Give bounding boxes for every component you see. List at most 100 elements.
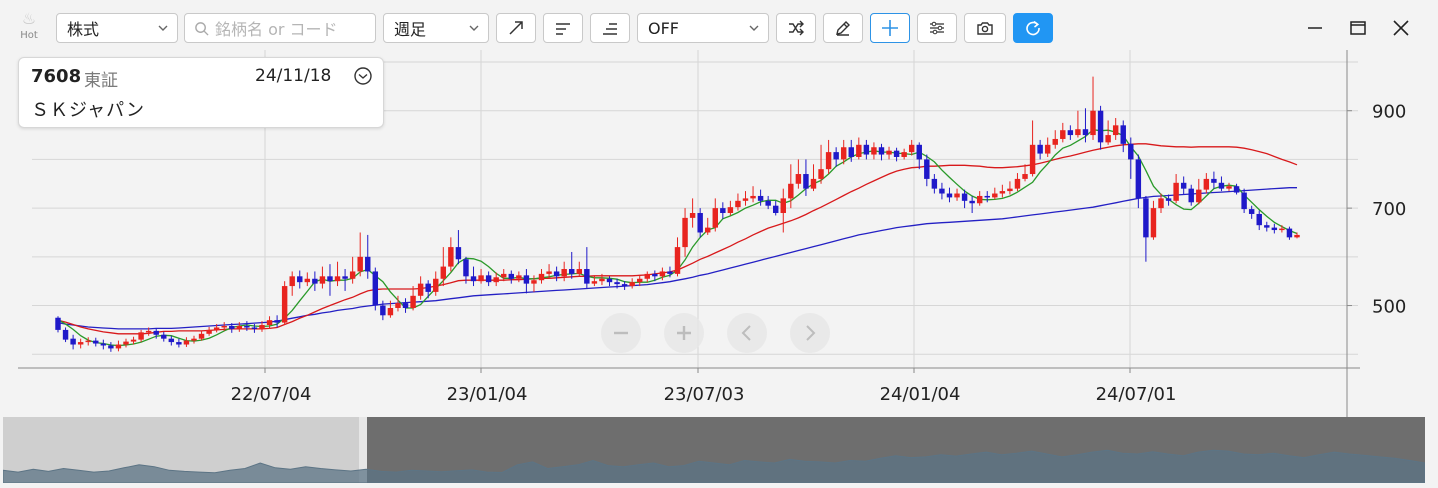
candle-body: [138, 332, 144, 340]
candle-body: [372, 271, 379, 306]
candle-body: [765, 200, 771, 206]
candle-body: [463, 259, 469, 277]
indicator-select[interactable]: OFF: [637, 13, 769, 43]
close-button[interactable]: [1387, 14, 1415, 42]
candle-body: [244, 326, 250, 328]
zoom-in-button[interactable]: [664, 313, 704, 353]
candle-body: [553, 271, 560, 277]
chevron-right-icon: [806, 325, 816, 341]
zoom-out-button[interactable]: [601, 313, 641, 353]
candle-body: [924, 159, 930, 179]
candle-body: [213, 327, 220, 330]
horizontal-line-icon: [556, 23, 570, 35]
candle-body: [976, 195, 983, 204]
candle-body: [380, 305, 386, 316]
market-select[interactable]: 株式: [56, 13, 178, 43]
market-select-value: 株式: [67, 20, 100, 39]
candle-body: [878, 147, 885, 155]
stock-date: 24/11/18: [255, 66, 332, 86]
candle-body: [161, 334, 167, 339]
candle-body: [833, 152, 839, 160]
trend-line-button[interactable]: [496, 13, 536, 43]
period-select[interactable]: 週足: [383, 13, 489, 43]
candle-body: [689, 213, 696, 218]
candle-body: [70, 338, 76, 345]
candle-body: [840, 147, 847, 160]
screenshot-button[interactable]: [964, 13, 1006, 43]
candle-body: [1022, 174, 1028, 179]
candle-body: [236, 326, 243, 329]
candle-body: [712, 208, 718, 228]
maximize-button[interactable]: [1344, 14, 1372, 42]
candle-body: [319, 276, 326, 284]
candle-body: [1105, 135, 1111, 143]
candle-body: [1218, 182, 1225, 189]
candle-body: [1112, 125, 1119, 136]
indicator-select-value: OFF: [648, 18, 679, 38]
chart-app: ♨ Hot 株式 銘柄名 or コード 週足 OFF 22/07/04 23/0…: [0, 0, 1438, 488]
candle-body: [803, 174, 809, 189]
candle-body: [304, 278, 311, 283]
candle-body: [621, 284, 628, 287]
pencil-button[interactable]: [823, 13, 863, 43]
settings-sliders-icon: [930, 21, 944, 35]
candle-body: [931, 178, 938, 189]
refresh-button[interactable]: [1013, 13, 1053, 43]
candle-body: [1264, 225, 1270, 228]
candle-body: [606, 278, 613, 283]
scroll-left-button[interactable]: [727, 313, 767, 353]
candle-body: [954, 193, 960, 198]
search-icon: [195, 21, 209, 36]
candle-body: [856, 144, 862, 157]
scroll-right-button[interactable]: [790, 313, 830, 353]
plus-icon: [677, 326, 691, 340]
settings-button[interactable]: [917, 13, 957, 43]
candle-body: [485, 275, 492, 283]
candle-body: [546, 271, 552, 274]
flame-icon: ♨: [21, 9, 37, 28]
candle-body: [818, 169, 824, 179]
candle-body: [108, 345, 114, 349]
candle-body: [516, 275, 522, 279]
candle-body: [1279, 228, 1285, 231]
range-navigator[interactable]: [3, 417, 1425, 483]
horizontal-line-end-button[interactable]: [590, 13, 630, 43]
candle-body: [1248, 209, 1255, 214]
maximize-icon: [1350, 21, 1366, 35]
minimize-button[interactable]: [1301, 14, 1329, 42]
hot-button[interactable]: ♨ Hot: [12, 10, 46, 48]
horizontal-line-button[interactable]: [543, 13, 583, 43]
candle-body: [93, 340, 99, 344]
x-tick-label: 24/07/01: [1096, 384, 1177, 405]
candle-body: [448, 247, 454, 267]
search-placeholder: 銘柄名 or コード: [215, 20, 338, 39]
candle-body: [1120, 125, 1126, 144]
candle-body: [410, 295, 416, 308]
candle-body: [440, 266, 447, 279]
candle-body: [349, 271, 356, 279]
crosshair-button[interactable]: [870, 13, 910, 43]
close-icon: [1393, 20, 1409, 36]
candle-body: [229, 326, 235, 329]
chevron-down-icon: [749, 25, 759, 31]
candle-body: [1286, 228, 1293, 238]
candle-body: [1196, 189, 1202, 203]
shuffle-icon: [789, 20, 804, 36]
candle-body: [637, 278, 643, 283]
candle-body: [455, 247, 462, 260]
candle-body: [750, 195, 756, 199]
candle-body: [1007, 188, 1013, 192]
candle-body: [274, 320, 280, 323]
candle-body: [1165, 198, 1172, 201]
stock-name: ＳＫジャパン: [31, 100, 145, 121]
candle-body: [387, 307, 394, 316]
candle-body: [259, 325, 265, 329]
candle-body: [1241, 192, 1247, 210]
candle-body: [992, 193, 998, 198]
candle-body: [772, 205, 779, 213]
chevron-circle-down-icon[interactable]: [353, 66, 373, 86]
search-input[interactable]: 銘柄名 or コード: [184, 13, 376, 43]
candle-body: [780, 198, 786, 213]
candle-body: [848, 147, 854, 157]
shuffle-button[interactable]: [776, 13, 816, 43]
